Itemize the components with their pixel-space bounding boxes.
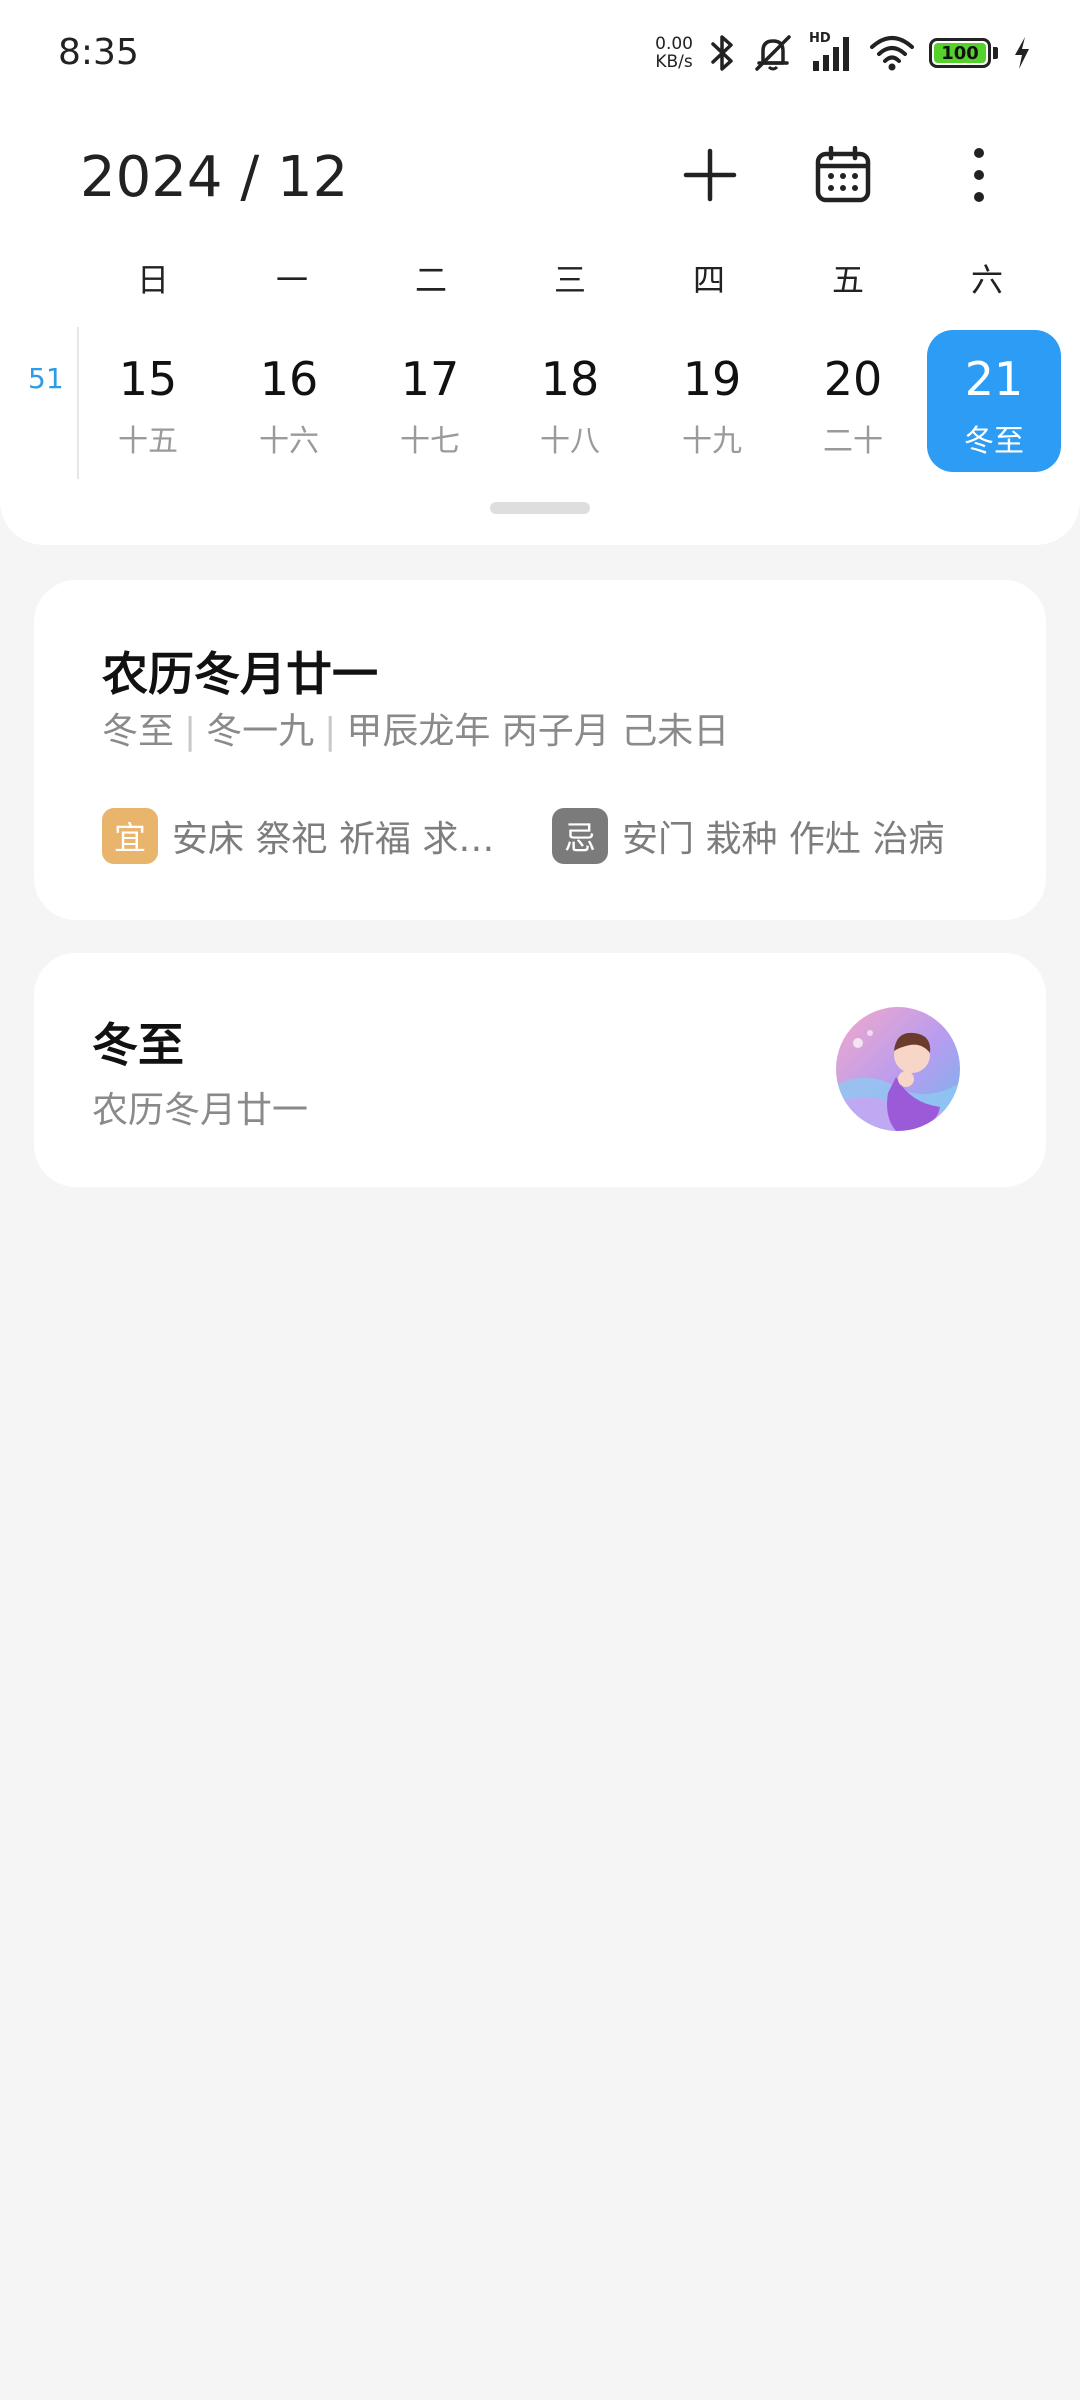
day-cell-selected[interactable]: 21 冬至 [927, 330, 1061, 472]
ganzhi-date: 甲辰龙年 丙子月 己未日 [346, 711, 730, 752]
weekday-label: 一 [275, 261, 308, 299]
expand-drag-handle[interactable] [490, 502, 590, 514]
lunar-details: 冬至 | 冬一九 | 甲辰龙年 丙子月 己未日 [102, 702, 729, 754]
battery-body: 100 [929, 38, 991, 68]
yi-badge: 宜 [102, 808, 158, 864]
week-number: 51 [28, 362, 64, 395]
battery-icon: 100 [929, 38, 998, 68]
day-cell[interactable]: 17 十七 [363, 330, 497, 472]
weekday-label: 日 [136, 261, 169, 299]
battery-tip [993, 47, 998, 59]
day-cell[interactable]: 15 十五 [81, 330, 215, 472]
more-options-button[interactable] [944, 140, 1014, 210]
day-number: 15 [118, 352, 178, 406]
day-number: 17 [400, 352, 460, 406]
day-number: 16 [259, 352, 319, 406]
solar-term: 冬至 [102, 711, 175, 752]
today-calendar-button[interactable] [808, 140, 878, 210]
day-lunar: 冬至 [964, 424, 1024, 459]
holiday-card[interactable]: 冬至 农历冬月廿一 [34, 953, 1046, 1187]
weekday-label: 四 [692, 261, 725, 299]
ji-section: 忌 安门 栽种 作灶 治病 [552, 808, 944, 864]
add-icon [683, 148, 737, 202]
weekday-header: 日 一 二 三 四 五 六 [0, 255, 1080, 305]
day-number: 18 [540, 352, 600, 406]
day-lunar: 十六 [259, 424, 319, 459]
day-number: 20 [823, 352, 883, 406]
week-divider [77, 327, 79, 479]
day-lunar: 十九 [682, 424, 742, 459]
status-time: 8:35 [58, 32, 139, 73]
day-lunar: 二十 [823, 424, 883, 459]
mute-icon [755, 35, 791, 71]
separator: | [324, 711, 337, 752]
day-cell[interactable]: 18 十八 [503, 330, 637, 472]
day-cell[interactable]: 16 十六 [222, 330, 356, 472]
signal-icon: HD [809, 31, 855, 73]
more-icon [974, 148, 984, 202]
calendar-screen: 8:35 0.00 KB/s HD 100 2024 / 12 日 一 二 三 … [0, 0, 1080, 2400]
wifi-icon [870, 36, 914, 71]
bluetooth-icon [711, 35, 733, 71]
day-lunar: 十五 [118, 424, 178, 459]
holiday-title: 冬至 [92, 1018, 184, 1072]
add-event-button[interactable] [675, 140, 745, 210]
weekday-label: 三 [553, 261, 586, 299]
nine-period: 冬一九 [206, 711, 315, 752]
day-lunar: 十七 [400, 424, 460, 459]
month-title[interactable]: 2024 / 12 [80, 145, 348, 210]
holiday-subtitle: 农历冬月廿一 [92, 1090, 309, 1131]
yi-text: 安床 祭祀 祈福 求… [172, 819, 495, 860]
day-number: 21 [964, 352, 1024, 406]
lunar-date-title: 农历冬月廿一 [102, 647, 378, 701]
day-cell[interactable]: 20 二十 [786, 330, 920, 472]
network-speed: 0.00 KB/s [655, 35, 693, 71]
network-speed-unit: KB/s [655, 52, 693, 72]
charging-icon [1015, 37, 1029, 69]
network-speed-value: 0.00 [655, 34, 693, 54]
day-lunar: 十八 [540, 424, 600, 459]
ji-text: 安门 栽种 作灶 治病 [622, 819, 945, 860]
calendar-icon [815, 146, 871, 203]
day-cell[interactable]: 19 十九 [645, 330, 779, 472]
separator: | [184, 711, 197, 752]
lunar-info-card[interactable]: 农历冬月廿一 冬至 | 冬一九 | 甲辰龙年 丙子月 己未日 宜 安床 祭祀 祈福 求…… [34, 580, 1046, 920]
weekday-label: 五 [831, 261, 864, 299]
weekday-label: 六 [970, 261, 1003, 299]
weekday-label: 二 [414, 261, 447, 299]
status-bar: 8:35 0.00 KB/s HD 100 [0, 0, 1080, 110]
day-number: 19 [682, 352, 742, 406]
battery-level: 100 [941, 42, 979, 64]
yi-section: 宜 安床 祭祀 祈福 求… [102, 808, 494, 864]
status-icons: 0.00 KB/s HD 100 [655, 28, 1032, 78]
week-calendar-panel: 8:35 0.00 KB/s HD 100 2024 / 12 日 一 二 三 … [0, 0, 1080, 545]
ji-badge: 忌 [552, 808, 608, 864]
holiday-illustration [836, 1007, 960, 1131]
